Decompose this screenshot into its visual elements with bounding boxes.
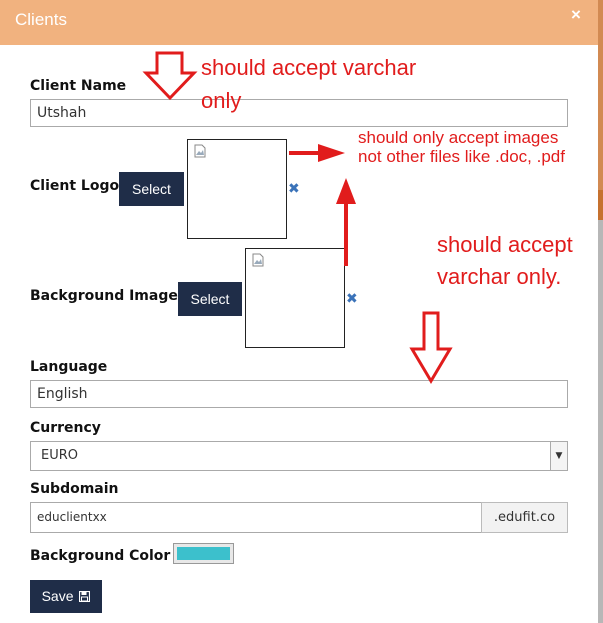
background-page-edge-orange bbox=[598, 0, 603, 220]
save-button-label: Save bbox=[41, 588, 74, 604]
client-logo-select-button[interactable]: Select bbox=[119, 172, 184, 206]
currency-selected-value: EURO bbox=[41, 448, 78, 463]
client-logo-label: Client Logo bbox=[30, 178, 120, 194]
close-icon[interactable]: × bbox=[569, 6, 583, 24]
currency-label: Currency bbox=[30, 420, 101, 436]
client-name-label: Client Name bbox=[30, 78, 127, 94]
annotation-images-line2: not other files like .doc, .pdf bbox=[358, 147, 565, 166]
background-image-select-button[interactable]: Select bbox=[178, 282, 242, 316]
floppy-disk-icon bbox=[79, 590, 91, 603]
annotation-varchar-line1: should accept varchar bbox=[201, 55, 417, 80]
annotation-varchar2-line2: varchar only. bbox=[437, 264, 562, 289]
background-color-label: Background Color bbox=[30, 548, 171, 564]
client-name-input[interactable]: Utshah bbox=[30, 99, 568, 127]
background-page-edge-dark bbox=[598, 190, 603, 220]
annotation-images-line1: should only accept images bbox=[358, 128, 559, 147]
annotation-down-arrow-1 bbox=[142, 51, 198, 101]
annotation-up-arrow-head bbox=[336, 178, 356, 204]
dialog-header: Clients × bbox=[0, 0, 598, 45]
language-label: Language bbox=[30, 359, 108, 375]
subdomain-label: Subdomain bbox=[30, 481, 119, 497]
background-image-preview bbox=[245, 248, 345, 348]
currency-select[interactable]: EURO ▼ bbox=[30, 441, 568, 471]
save-button[interactable]: Save bbox=[30, 580, 102, 613]
annotation-varchar2-line1: should accept bbox=[437, 232, 573, 257]
background-image-label: Background Image bbox=[30, 288, 178, 304]
client-logo-remove-icon[interactable]: ✖ bbox=[288, 180, 300, 197]
subdomain-suffix: .edufit.co bbox=[481, 502, 568, 533]
language-input[interactable]: English bbox=[30, 380, 568, 408]
annotation-right-arrow-head bbox=[318, 144, 345, 162]
client-logo-preview bbox=[187, 139, 287, 239]
chevron-down-icon: ▼ bbox=[550, 442, 567, 470]
broken-image-icon bbox=[194, 144, 206, 158]
dialog-title: Clients bbox=[15, 10, 67, 29]
background-color-picker[interactable] bbox=[173, 543, 234, 564]
subdomain-input[interactable]: educlientxx bbox=[30, 502, 482, 533]
background-image-remove-icon[interactable]: ✖ bbox=[346, 290, 358, 307]
annotation-varchar-line2: only bbox=[201, 88, 242, 113]
background-page-edge bbox=[598, 0, 603, 623]
broken-image-icon bbox=[252, 253, 264, 267]
color-swatch-fill bbox=[177, 547, 230, 560]
annotation-down-arrow-2 bbox=[409, 311, 453, 384]
